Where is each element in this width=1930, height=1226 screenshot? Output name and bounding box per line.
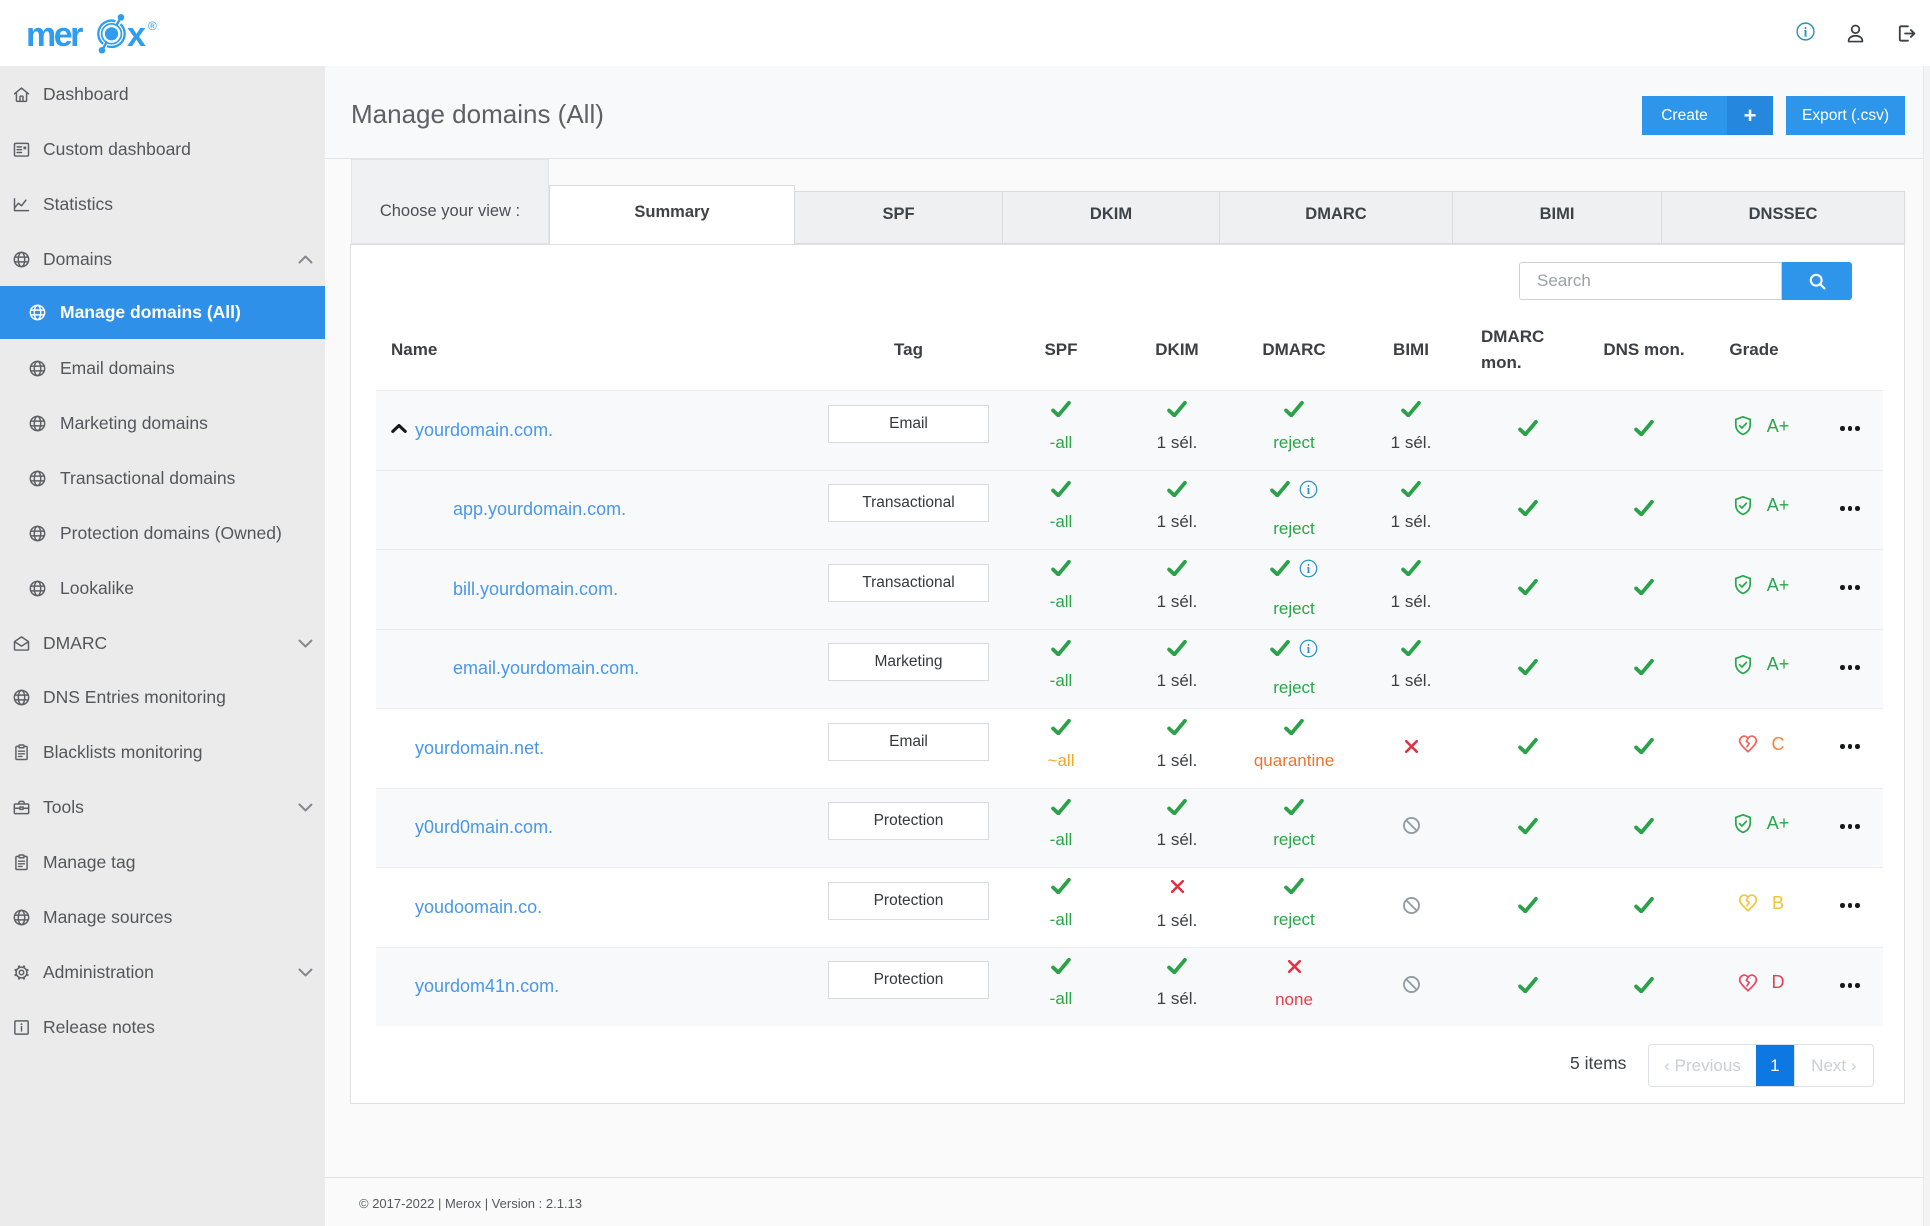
svg-text:i: i xyxy=(1307,562,1311,576)
svg-text:i: i xyxy=(1804,24,1808,39)
svg-text:i: i xyxy=(1307,641,1311,655)
svg-text:i: i xyxy=(1307,482,1311,496)
